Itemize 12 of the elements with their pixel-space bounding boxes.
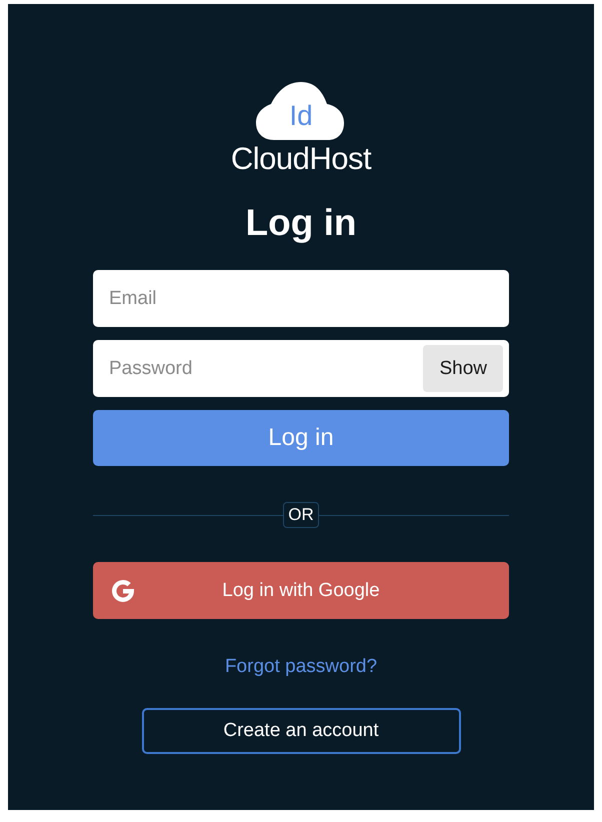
show-password-button[interactable]: Show <box>423 345 503 392</box>
brand-name: CloudHost <box>230 142 372 176</box>
email-field[interactable]: Email <box>93 270 509 327</box>
page-heading: Log in <box>246 202 356 244</box>
password-field[interactable]: Password Show <box>93 340 509 397</box>
cloud-icon <box>256 82 346 140</box>
logo-mark: Id <box>289 100 313 132</box>
or-divider-label: OR <box>283 502 319 528</box>
forgot-password-link[interactable]: Forgot password? <box>224 656 378 678</box>
g-letter-icon <box>109 577 137 605</box>
google-login-button[interactable]: Log in with Google <box>93 562 509 619</box>
create-account-button[interactable]: Create an account <box>142 708 460 754</box>
